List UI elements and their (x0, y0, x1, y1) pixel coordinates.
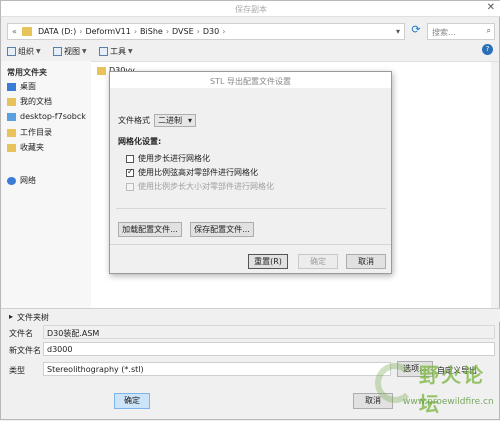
help-icon[interactable]: ? (482, 44, 493, 55)
ok-button[interactable]: 确定 (114, 393, 150, 409)
load-config-button[interactable]: 加载配置文件... (118, 222, 182, 237)
nav-item-label: 桌面 (20, 82, 36, 91)
desktop-icon (7, 82, 16, 91)
option-label: 使用比例步长大小对零部件进行网格化 (138, 182, 274, 191)
address-prefix: « (12, 27, 17, 36)
folder-icon (22, 27, 32, 36)
working-dir-icon (7, 128, 16, 137)
options-button[interactable]: 选项... (397, 361, 433, 377)
dialog-title: STL 导出配置文件设置 (110, 72, 391, 88)
nav-item-working-dir[interactable]: 工作目录 (7, 127, 52, 138)
close-icon[interactable]: ✕ (487, 2, 495, 13)
chevron-down-icon[interactable]: ▾ (396, 27, 400, 36)
views-label: 视图 (64, 47, 80, 56)
option-label: 使用比例弦高对零部件进行网格化 (138, 168, 258, 177)
checkbox-disabled (126, 182, 134, 191)
breadcrumb-item[interactable]: DATA (D:) (38, 27, 76, 36)
organize-menu[interactable]: 组织 ▼ (7, 46, 41, 57)
nav-item-label: 我的文档 (20, 97, 52, 106)
common-folders-pane: 常用文件夹 桌面 我的文档 desktop-f7sobck 工作目录 收藏夹 网… (1, 61, 91, 308)
computer-icon (7, 112, 16, 121)
toolbar: 组织 ▼ 视图 ▼ 工具 ▼ (1, 43, 500, 59)
chevron-right-icon: ▸ (9, 312, 14, 321)
filename-field: D30装配.ASM (43, 325, 495, 339)
views-menu[interactable]: 视图 ▼ (53, 46, 87, 57)
format-label: 文件格式 (118, 116, 150, 125)
nav-item-label: desktop-f7sobck (20, 112, 86, 121)
newname-field[interactable]: d3000 (43, 342, 495, 356)
title-bar: 保存副本 ✕ (1, 1, 500, 17)
mesh-header: 网格化设置: (118, 137, 162, 146)
option-step-mesh[interactable]: 使用步长进行网格化 (126, 153, 210, 164)
documents-icon (7, 97, 16, 106)
format-row: 文件格式 二进制 ▾ (118, 114, 196, 127)
checkbox[interactable] (126, 154, 134, 163)
chevron-down-icon: ▼ (36, 48, 41, 55)
address-bar[interactable]: « DATA (D:) › DeformV11 › BiShe › DVSE › D30… (7, 23, 405, 40)
common-folders-header: 常用文件夹 (7, 68, 47, 77)
divider (110, 244, 391, 245)
nav-item-desktop[interactable]: 桌面 (7, 81, 36, 92)
search-input[interactable]: 搜索... ⌕ (427, 23, 495, 40)
option-chord-height[interactable]: 使用比例弦高对零部件进行网格化 (126, 167, 258, 178)
folder-tree-label: 文件夹树 (17, 313, 50, 322)
nav-item-documents[interactable]: 我的文档 (7, 96, 52, 107)
option-label: 使用步长进行网格化 (138, 154, 210, 163)
tools-label: 工具 (110, 47, 126, 56)
organize-icon (7, 47, 16, 56)
chevron-down-icon: ▼ (82, 48, 87, 55)
watermark-url: www.proewildfire.cn (403, 397, 494, 407)
scrollbar[interactable] (491, 62, 499, 309)
organize-label: 组织 (18, 47, 34, 56)
type-row: 类型 Stereolithography (*.stl) 选项... 自定义导出 (1, 361, 500, 377)
nav-item-label: 工作目录 (20, 128, 52, 137)
search-placeholder: 搜索... (432, 28, 456, 37)
network-icon (7, 176, 16, 185)
dialog-cancel-button[interactable]: 取消 (346, 254, 386, 269)
save-config-button[interactable]: 保存配置文件... (190, 222, 254, 237)
nav-item-network[interactable]: 网络 (7, 175, 36, 186)
refresh-icon[interactable]: ⟳ (409, 23, 423, 40)
newname-row: 新文件名 d3000 (1, 341, 500, 357)
filename-row: 文件名 D30装配.ASM (1, 324, 500, 340)
window-title: 保存副本 (235, 5, 267, 14)
save-copy-window: 保存副本 ✕ « DATA (D:) › DeformV11 › BiShe › DV… (0, 0, 500, 420)
folder-icon (97, 66, 106, 75)
cancel-button[interactable]: 取消 (353, 393, 393, 409)
breadcrumb-item[interactable]: DVSE (172, 27, 194, 36)
type-label: 类型 (9, 366, 25, 375)
breadcrumb-item[interactable]: BiShe (140, 27, 163, 36)
reset-button[interactable]: 重置(R) (248, 254, 288, 269)
breadcrumb: DATA (D:) › DeformV11 › BiShe › DVSE › D30 › (38, 27, 226, 36)
stl-export-dialog: STL 导出配置文件设置 文件格式 二进制 ▾ 网格化设置: 使用步长进行网格化… (109, 71, 392, 274)
filename-label: 文件名 (9, 329, 33, 338)
checkbox-checked[interactable] (126, 167, 134, 177)
search-icon[interactable]: ⌕ (487, 26, 491, 36)
custom-export-label: 自定义导出 (437, 366, 477, 375)
breadcrumb-item[interactable]: D30 (203, 27, 219, 36)
chevron-down-icon: ▾ (187, 116, 192, 125)
nav-item-favorites[interactable]: 收藏夹 (7, 142, 44, 153)
tools-menu[interactable]: 工具 ▼ (99, 46, 133, 57)
folder-tree-toggle[interactable]: ▸ 文件夹树 (1, 308, 500, 322)
format-select[interactable]: 二进制 ▾ (154, 114, 196, 127)
newname-label: 新文件名 (9, 346, 41, 355)
favorites-icon (7, 143, 16, 152)
format-value: 二进制 (158, 116, 182, 125)
option-step-size: 使用比例步长大小对零部件进行网格化 (126, 181, 274, 192)
tools-icon (99, 47, 108, 56)
chevron-down-icon: ▼ (128, 48, 133, 55)
divider (116, 208, 386, 209)
views-icon (53, 47, 62, 56)
nav-item-label: 网络 (20, 176, 36, 185)
dialog-ok-button: 确定 (298, 254, 338, 269)
nav-item-computer[interactable]: desktop-f7sobck (7, 112, 86, 121)
type-select[interactable]: Stereolithography (*.stl) (43, 362, 391, 376)
nav-item-label: 收藏夹 (20, 143, 44, 152)
breadcrumb-item[interactable]: DeformV11 (85, 27, 130, 36)
